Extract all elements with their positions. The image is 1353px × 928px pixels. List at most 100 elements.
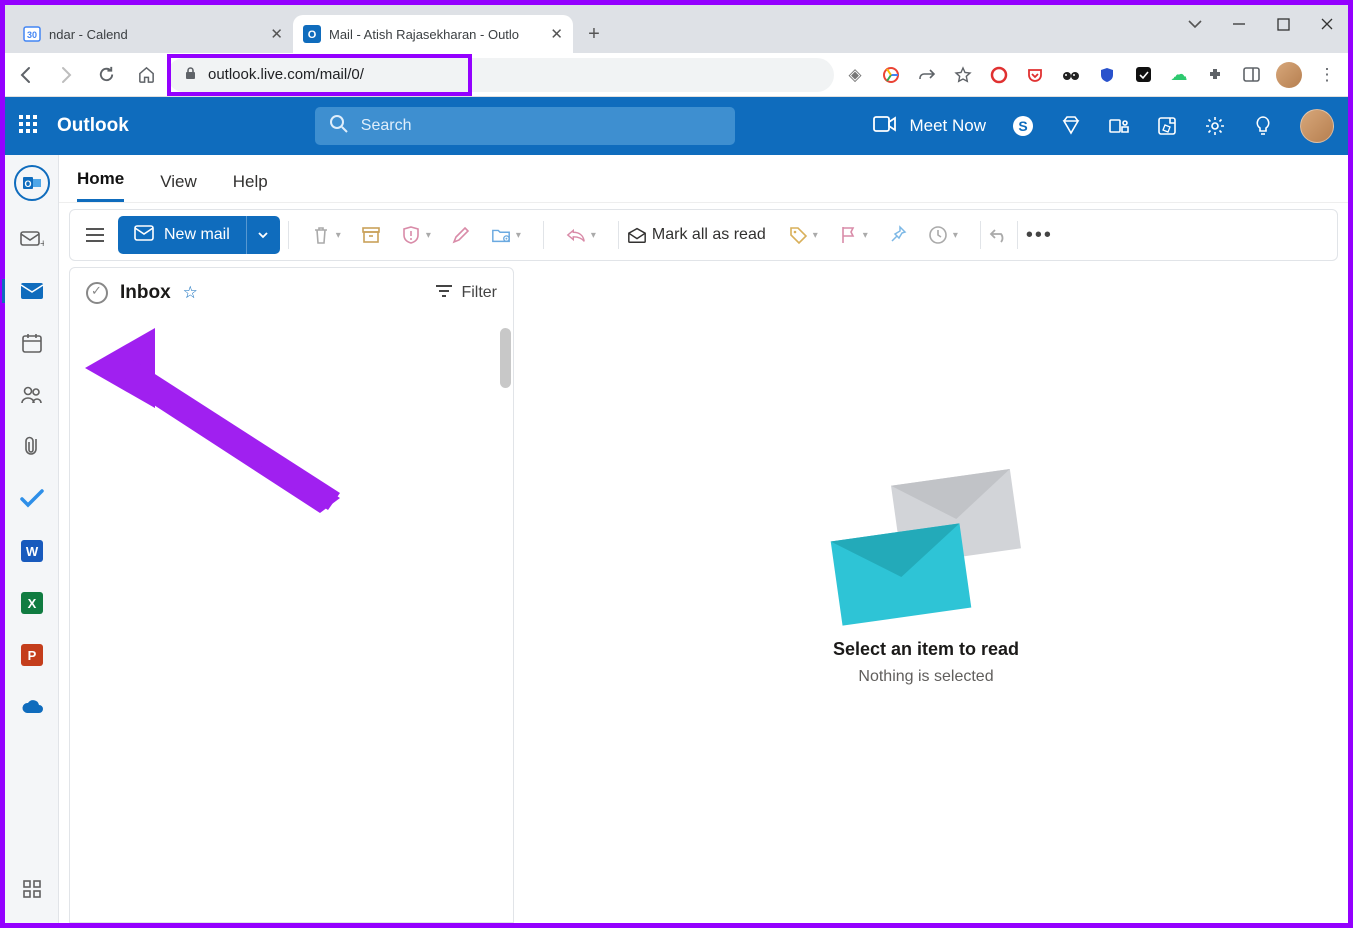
snooze-button[interactable]: ▾	[928, 225, 958, 245]
new-tab-button[interactable]: +	[579, 19, 609, 49]
share-icon[interactable]	[916, 64, 938, 86]
onedrive-rail-icon[interactable]	[18, 693, 46, 721]
ext-red-circle-icon[interactable]	[988, 64, 1010, 86]
files-rail-icon[interactable]	[18, 433, 46, 461]
tab-close-icon[interactable]: ✕	[270, 25, 283, 43]
archive-icon	[361, 225, 381, 245]
search-placeholder: Search	[361, 117, 412, 135]
word-rail-icon[interactable]: W	[18, 537, 46, 565]
more-menu-button[interactable]: •••	[1026, 224, 1053, 247]
bookmark-star-icon[interactable]	[952, 64, 974, 86]
teams-icon[interactable]	[1108, 115, 1130, 137]
report-button[interactable]: ▾	[401, 225, 431, 245]
chevron-down-icon[interactable]	[1184, 13, 1206, 35]
read-mail-icon	[627, 225, 647, 245]
folder-title: Inbox	[120, 282, 171, 304]
close-icon[interactable]	[1316, 13, 1338, 35]
mail-icon	[134, 225, 154, 246]
annotation-arrow-icon	[80, 328, 360, 518]
ext-google-icon[interactable]	[880, 64, 902, 86]
tab-view[interactable]: View	[160, 172, 197, 202]
excel-rail-icon[interactable]: X	[18, 589, 46, 617]
archive-button[interactable]	[361, 225, 381, 245]
tag-button[interactable]: ▾	[788, 225, 818, 245]
forward-icon[interactable]	[55, 64, 77, 86]
maximize-icon[interactable]	[1272, 13, 1294, 35]
calendar-favicon-icon: 30	[23, 25, 41, 43]
lock-icon	[183, 66, 198, 84]
ext-pocket-icon[interactable]	[1024, 64, 1046, 86]
tips-bulb-icon[interactable]	[1252, 115, 1274, 137]
tab-home[interactable]: Home	[77, 169, 124, 202]
pin-button[interactable]	[888, 225, 908, 245]
reload-icon[interactable]	[95, 64, 117, 86]
user-avatar[interactable]	[1300, 109, 1334, 143]
shield-alert-icon	[401, 225, 421, 245]
mark-all-read-label: Mark all as read	[652, 226, 766, 244]
browser-titlebar: 30 ndar - Calend ✕ O Mail - Atish Rajase…	[5, 5, 1348, 53]
app-launcher-icon[interactable]	[19, 115, 41, 137]
ribbon-tabs: Home View Help	[59, 155, 1348, 203]
tab-close-icon[interactable]: ✕	[550, 25, 563, 43]
app-rail: O + W X P	[5, 155, 59, 923]
settings-gear-icon[interactable]	[1204, 115, 1226, 137]
new-mail-dropdown[interactable]	[246, 216, 280, 254]
browser-tab-outlook[interactable]: O Mail - Atish Rajasekharan - Outlo ✕	[293, 15, 573, 53]
new-mail-button[interactable]: New mail	[118, 216, 280, 254]
meet-now-button[interactable]: Meet Now	[873, 115, 986, 138]
meet-now-label: Meet Now	[909, 116, 986, 136]
minimize-icon[interactable]	[1228, 13, 1250, 35]
folder-pane-toggle-icon[interactable]	[80, 220, 110, 250]
ext-glasses-icon[interactable]	[1060, 64, 1082, 86]
mark-all-read-button[interactable]: Mark all as read	[627, 225, 766, 245]
delete-button[interactable]: ▾	[311, 225, 341, 245]
empty-state-illustration-icon	[836, 477, 1016, 617]
move-button[interactable]: ▾	[491, 225, 521, 245]
more-apps-rail-icon[interactable]	[18, 875, 46, 903]
new-mail-rail-icon[interactable]: +	[18, 225, 46, 253]
side-panel-icon[interactable]	[1240, 64, 1262, 86]
flag-button[interactable]: ▾	[838, 225, 868, 245]
undo-button[interactable]	[989, 225, 1009, 245]
svg-text:X: X	[27, 596, 36, 611]
video-icon	[873, 115, 897, 138]
back-icon[interactable]	[15, 64, 37, 86]
svg-text:O: O	[24, 179, 31, 189]
favorite-star-icon[interactable]: ☆	[183, 283, 198, 303]
browser-tab-calendar[interactable]: 30 ndar - Calend ✕	[13, 15, 293, 53]
chrome-menu-icon[interactable]: ⋮	[1316, 64, 1338, 86]
url-input[interactable]: outlook.live.com/mail/0/	[167, 58, 834, 92]
home-icon[interactable]	[135, 64, 157, 86]
tab-help[interactable]: Help	[233, 172, 268, 202]
ext-shield-icon[interactable]	[1096, 64, 1118, 86]
notes-icon[interactable]	[1156, 115, 1178, 137]
svg-text:S: S	[1018, 118, 1027, 134]
sweep-button[interactable]	[451, 225, 471, 245]
svg-text:W: W	[25, 544, 38, 559]
filter-button[interactable]: Filter	[435, 284, 497, 303]
mail-rail-icon[interactable]	[18, 277, 46, 305]
powerpoint-rail-icon[interactable]: P	[18, 641, 46, 669]
outlook-logo-icon[interactable]: O	[14, 165, 50, 201]
tag-icon	[788, 225, 808, 245]
scrollbar-thumb[interactable]	[500, 328, 511, 388]
clock-icon	[928, 225, 948, 245]
select-all-checkbox[interactable]	[86, 282, 108, 304]
ext-arrow-box-icon[interactable]	[1132, 64, 1154, 86]
todo-rail-icon[interactable]	[18, 485, 46, 513]
browser-avatar[interactable]	[1276, 62, 1302, 88]
people-rail-icon[interactable]	[18, 381, 46, 409]
skype-icon[interactable]: S	[1012, 115, 1034, 137]
reply-button[interactable]: ▾	[566, 225, 596, 245]
ext-cloud-icon[interactable]: ☁	[1168, 64, 1190, 86]
undo-icon	[989, 225, 1009, 245]
calendar-rail-icon[interactable]	[18, 329, 46, 357]
ribbon-toolbar: New mail ▾ ▾ ▾ ▾ Mark all as read	[69, 209, 1338, 261]
tab-title: ndar - Calend	[49, 27, 262, 42]
search-input[interactable]: Search	[315, 107, 735, 145]
ext-diamond-icon[interactable]: ◈	[844, 64, 866, 86]
extensions-icon[interactable]	[1204, 64, 1226, 86]
sweep-icon	[451, 225, 471, 245]
folder-move-icon	[491, 225, 511, 245]
premium-diamond-icon[interactable]	[1060, 115, 1082, 137]
